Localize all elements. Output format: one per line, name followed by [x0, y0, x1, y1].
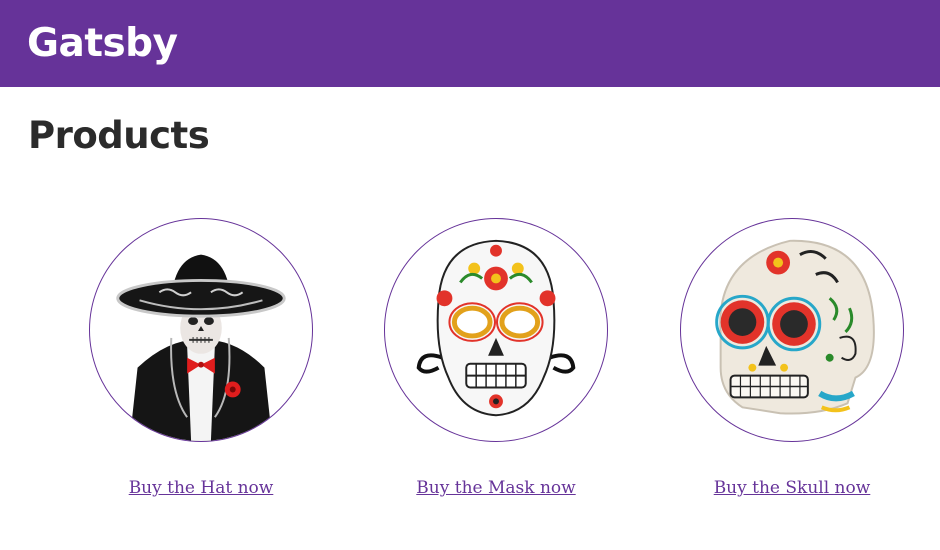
buy-skull-link[interactable]: Buy the Skull now [652, 478, 932, 498]
site-header: Gatsby [0, 0, 940, 87]
site-title-link[interactable]: Gatsby [27, 24, 178, 63]
product-card-mask: Buy the Mask now [356, 218, 636, 518]
buy-mask-link[interactable]: Buy the Mask now [356, 478, 636, 498]
sugar-skull-icon [715, 239, 875, 415]
product-card-skull: Buy the Skull now [652, 218, 932, 518]
page-title: Products [28, 114, 210, 157]
sombrero-costume-icon [116, 254, 286, 441]
product-image-skull [680, 218, 904, 442]
buy-hat-link[interactable]: Buy the Hat now [61, 478, 341, 498]
sugar-skull-mask-icon [416, 239, 576, 417]
product-image-mask [384, 218, 608, 442]
product-image-hat [89, 218, 313, 442]
product-card-hat: Buy the Hat now [61, 218, 341, 518]
product-list: Buy the Hat now Buy the Mask now Buy the… [0, 218, 940, 518]
